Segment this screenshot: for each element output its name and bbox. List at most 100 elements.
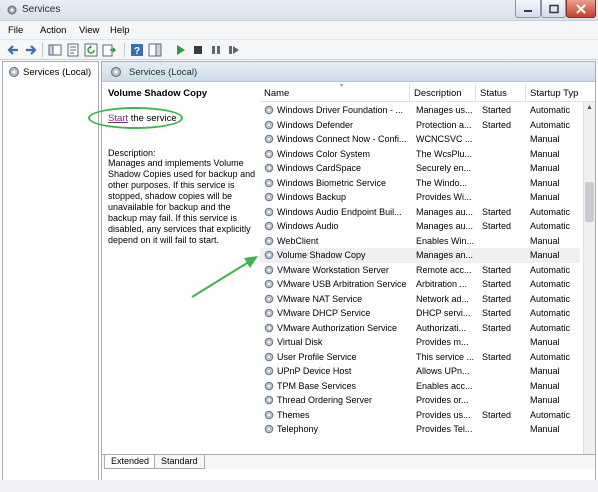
service-gear-icon (264, 352, 274, 361)
minimize-button[interactable] (515, 0, 541, 18)
table-row[interactable]: Windows Defender Protection a... Started Au… (260, 118, 580, 133)
service-startup-cell: Manual (530, 366, 560, 376)
service-startup-cell: Automatic (530, 308, 571, 318)
service-name-cell: VMware DHCP Service (264, 308, 414, 318)
service-name-cell: VMware USB Arbitration Service (264, 279, 414, 289)
service-name-cell: Themes (264, 410, 414, 420)
service-gear-icon (264, 381, 274, 390)
table-row[interactable]: Windows Color System The WcsPlu... Manual (260, 147, 580, 162)
sort-ascending-icon: ▼ (338, 84, 345, 89)
start-service-icon[interactable] (173, 43, 187, 57)
table-row[interactable]: Telephony Provides Tel... Manual (260, 422, 580, 437)
service-description: Manages and implements Volume Shadow Cop… (108, 158, 256, 245)
forward-arrow-icon[interactable] (24, 43, 38, 57)
table-row[interactable]: VMware NAT Service Network ad... Started Au… (260, 292, 580, 307)
tree-item-services-local[interactable]: Services (Local) (8, 66, 91, 78)
service-startup-cell: Manual (530, 380, 560, 391)
scrollbar-thumb[interactable] (585, 182, 594, 222)
service-description-cell: Enables Win... (416, 235, 475, 246)
show-hide-action-pane-icon[interactable] (148, 43, 162, 57)
column-header-startup-type[interactable]: Startup Typ (526, 84, 595, 102)
help-icon[interactable]: ? (130, 43, 144, 57)
menu-help[interactable]: Help (110, 25, 130, 36)
table-row[interactable]: Volume Shadow Copy Manages an... Manual (260, 248, 580, 263)
service-description-cell: Authorizati... (416, 322, 467, 333)
service-status-cell: Started (482, 308, 512, 318)
table-row[interactable]: Virtual Disk Provides m... Manual (260, 335, 580, 350)
table-row[interactable]: Windows CardSpace Securely en... Manual (260, 161, 580, 176)
service-status-cell: Started (482, 279, 512, 289)
service-name: Windows Backup (277, 192, 347, 202)
stop-service-icon[interactable] (191, 43, 205, 57)
service-description-cell: Enables acc... (416, 380, 473, 391)
tab-standard[interactable]: Standard (154, 455, 205, 469)
service-description-cell: Securely en... (416, 163, 472, 173)
table-row[interactable]: Windows Backup Provides Wi... Manual (260, 190, 580, 205)
column-header-description[interactable]: Description (410, 84, 476, 102)
service-startup-cell: Automatic (530, 322, 571, 333)
service-name: Windows Driver Foundation - ... (277, 105, 404, 115)
service-name-cell: User Profile Service (264, 352, 414, 362)
table-row[interactable]: VMware Workstation Server Remote acc... St… (260, 263, 580, 278)
service-name: VMware USB Arbitration Service (277, 279, 407, 289)
export-list-icon[interactable] (102, 43, 116, 57)
services-gear-icon (111, 67, 121, 77)
service-description-cell: The Windo... (416, 177, 468, 188)
back-arrow-icon[interactable] (6, 43, 20, 57)
table-row[interactable]: Windows Connect Now - Confi... WCNCSVC ..… (260, 132, 580, 147)
close-button[interactable] (566, 0, 596, 18)
menu-view[interactable]: View (79, 25, 99, 36)
column-header-status[interactable]: Status (476, 84, 526, 102)
service-name: UPnP Device Host (277, 366, 352, 376)
table-row[interactable]: Thread Ordering Server Provides or... Manu… (260, 393, 580, 408)
menu-file[interactable]: File (8, 25, 23, 36)
table-row[interactable]: VMware Authorization Service Authorizati.… (260, 321, 580, 336)
maximize-button[interactable] (541, 0, 566, 18)
service-gear-icon (264, 105, 274, 115)
vertical-scrollbar[interactable]: ▲ ▼ (583, 102, 595, 466)
tab-extended[interactable]: Extended (104, 455, 157, 469)
restart-service-icon[interactable] (227, 43, 241, 57)
maximize-icon (548, 4, 559, 13)
menu-bar: File Action View Help (0, 21, 598, 40)
service-gear-icon (264, 294, 274, 303)
column-header-name[interactable]: ▼ Name (260, 84, 410, 102)
service-status-cell: Started (482, 293, 512, 304)
service-startup-cell: Manual (530, 134, 560, 144)
table-row[interactable]: Windows Driver Foundation - ... Manages u… (260, 103, 580, 118)
menu-action[interactable]: Action (40, 25, 66, 36)
services-rows: Windows Driver Foundation - ... Manages u… (260, 103, 580, 466)
annotation-oval (88, 107, 183, 129)
service-startup-cell: Manual (530, 163, 560, 173)
table-row[interactable]: Windows Biometric Service The Windo... Man… (260, 176, 580, 191)
table-row[interactable]: UPnP Device Host Allows UPn... Manual (260, 364, 580, 379)
table-row[interactable]: VMware DHCP Service DHCP servi... Started A… (260, 306, 580, 321)
service-startup-cell: Automatic (530, 264, 571, 275)
table-row[interactable]: Windows Audio Manages au... Started Automat… (260, 219, 580, 234)
selected-service-name: Volume Shadow Copy (108, 88, 208, 99)
table-row[interactable]: Themes Provides us... Started Automatic (260, 408, 580, 423)
pause-service-icon[interactable] (209, 43, 223, 57)
table-row[interactable]: User Profile Service This service ... Star… (260, 350, 580, 365)
service-gear-icon (264, 192, 274, 202)
table-row[interactable]: VMware USB Arbitration Service Arbitratio… (260, 277, 580, 292)
service-name-cell: Windows Driver Foundation - ... (264, 105, 414, 115)
table-row[interactable]: WebClient Enables Win... Manual (260, 234, 580, 249)
toolbar-separator (42, 43, 43, 57)
tree-item-label: Services (Local) (23, 66, 92, 78)
service-description-cell: Protection a... (416, 119, 472, 130)
service-name: Telephony (277, 424, 319, 434)
scroll-up-icon[interactable]: ▲ (586, 104, 593, 111)
minimize-icon (524, 9, 532, 12)
service-startup-cell: Manual (530, 395, 560, 405)
services-gear-icon (9, 67, 19, 77)
table-row[interactable]: TPM Base Services Enables acc... Manual (260, 379, 580, 394)
service-status-cell: Started (482, 264, 512, 275)
refresh-icon[interactable] (84, 43, 98, 57)
properties-sheet-icon[interactable] (66, 43, 80, 57)
table-row[interactable]: Windows Audio Endpoint Buil... Manages au… (260, 205, 580, 220)
service-name-cell: VMware NAT Service (264, 294, 414, 304)
service-name-cell: VMware Authorization Service (264, 323, 414, 333)
console-tree-icon[interactable] (48, 43, 62, 57)
service-status-cell: Started (482, 119, 512, 130)
